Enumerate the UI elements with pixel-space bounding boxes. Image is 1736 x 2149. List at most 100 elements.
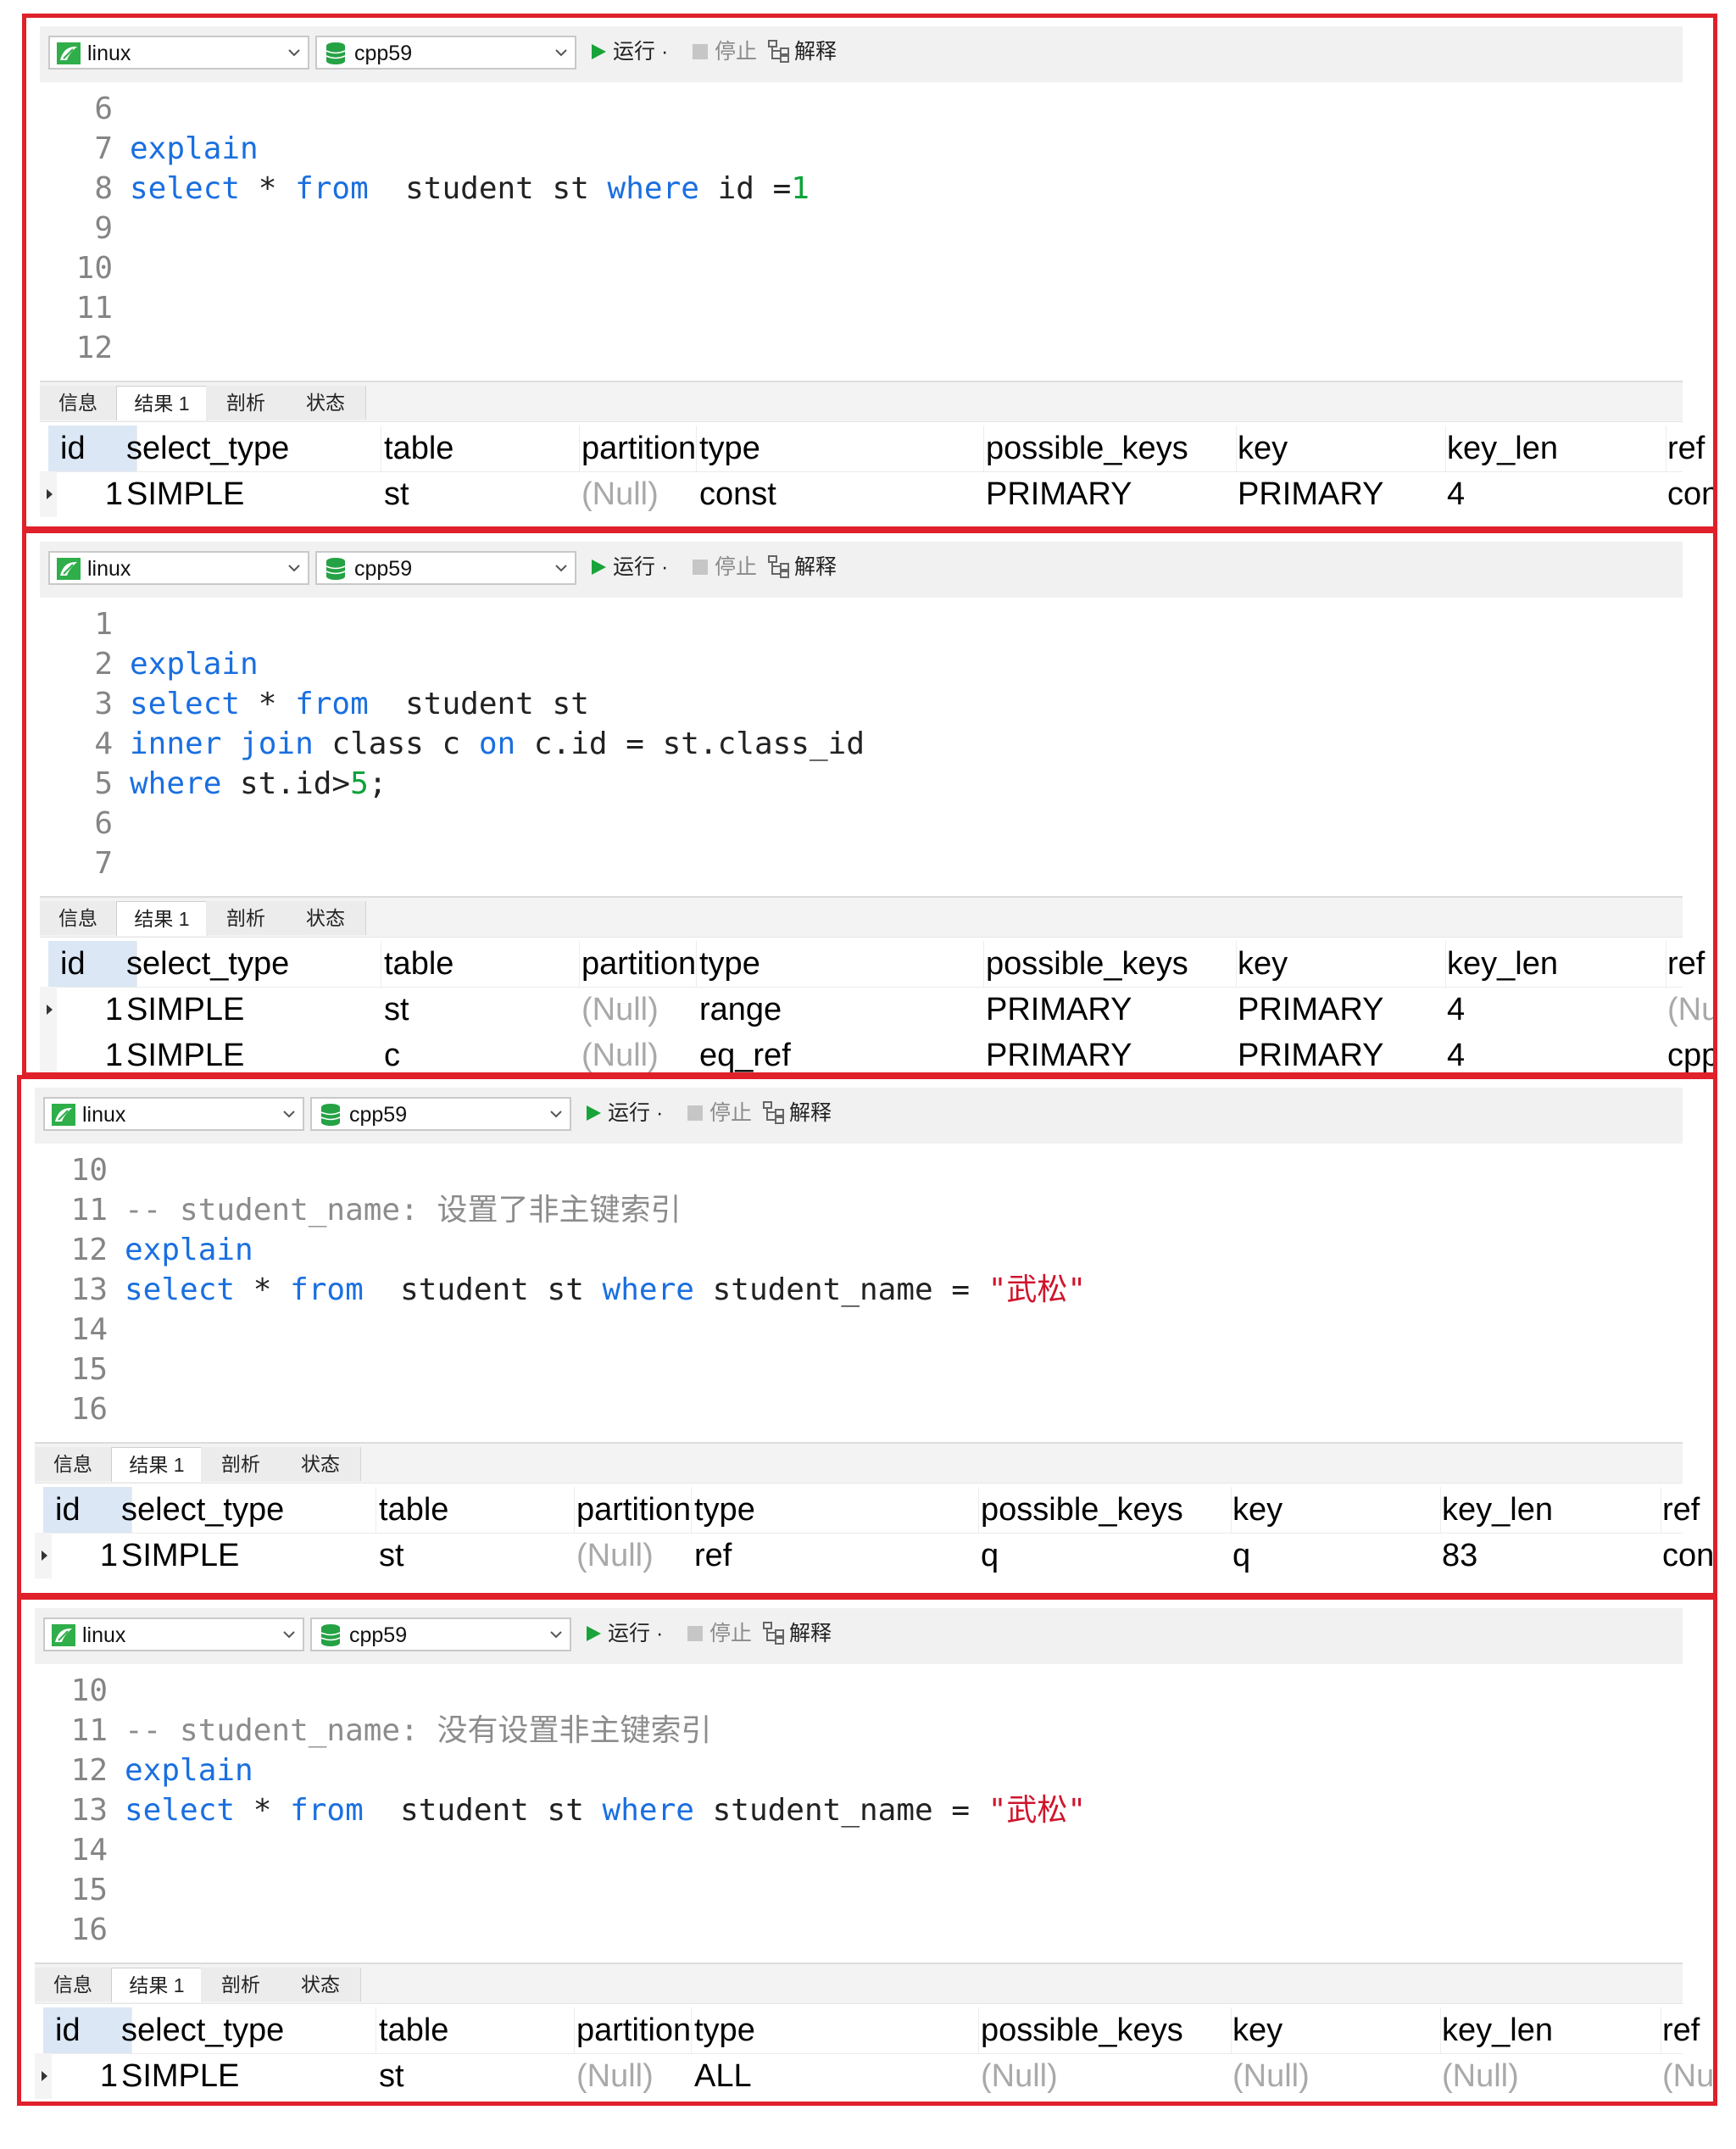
column-header-partitions[interactable]: partitions xyxy=(581,426,697,471)
cell-id[interactable]: 1 xyxy=(40,1033,125,1072)
run-button[interactable]: 运行 · xyxy=(584,1619,663,1651)
cell-possible-keys[interactable]: PRIMARY xyxy=(986,471,1236,517)
cell-possible-keys[interactable]: q xyxy=(981,1533,1231,1578)
tab-status[interactable]: 状态 xyxy=(281,1447,361,1481)
column-header-key[interactable]: key xyxy=(1238,426,1446,471)
cell-select-type[interactable]: SIMPLE xyxy=(126,471,381,517)
column-header-table[interactable]: table xyxy=(384,426,580,471)
tab-profile[interactable]: 剖析 xyxy=(206,386,287,420)
database-select[interactable]: cpp59 xyxy=(315,36,576,70)
cell-key-len[interactable]: 4 xyxy=(1447,987,1666,1033)
explain-button[interactable]: 解释 xyxy=(762,1099,832,1132)
column-header-select-type[interactable]: select_type xyxy=(126,426,381,471)
table-row[interactable]: 1SIMPLEst(Null)refqq83const xyxy=(35,1533,1713,1578)
table-row[interactable]: 1SIMPLEst(Null)ALL(Null)(Null)(Null)(Nul… xyxy=(35,2053,1713,2099)
cell-key[interactable]: PRIMARY xyxy=(1238,987,1445,1033)
cell-key[interactable]: PRIMARY xyxy=(1238,471,1445,517)
cell-key-len[interactable]: (Null) xyxy=(1442,2053,1661,2099)
tab-profile[interactable]: 剖析 xyxy=(201,1447,281,1481)
column-header-key-len[interactable]: key_len xyxy=(1447,941,1666,987)
cell-select-type[interactable]: SIMPLE xyxy=(121,1533,376,1578)
column-header-key[interactable]: key xyxy=(1232,1487,1441,1533)
tab-profile[interactable]: 剖析 xyxy=(206,901,287,935)
run-button[interactable]: 运行 · xyxy=(584,1099,663,1130)
connection-select[interactable]: linux xyxy=(48,36,309,70)
column-header-type[interactable]: type xyxy=(694,2007,979,2053)
column-header-key-len[interactable]: key_len xyxy=(1447,426,1666,471)
explain-button[interactable]: 解释 xyxy=(762,1619,832,1652)
tab-info[interactable]: 信息 xyxy=(35,1447,112,1481)
stop-button[interactable]: 停止 xyxy=(691,553,757,584)
tab-info[interactable]: 信息 xyxy=(40,386,117,420)
cell-partitions[interactable]: (Null) xyxy=(576,1533,691,1578)
cell-key[interactable]: PRIMARY xyxy=(1238,1033,1445,1072)
cell-partitions[interactable]: (Null) xyxy=(581,987,696,1033)
cell-type[interactable]: ALL xyxy=(694,2053,978,2099)
cell-key[interactable]: q xyxy=(1232,1533,1440,1578)
cell-table[interactable]: st xyxy=(379,1533,574,1578)
column-header-partitions[interactable]: partitions xyxy=(581,941,697,987)
table-row[interactable]: 1SIMPLEc(Null)eq_refPRIMARYPRIMARY4cpp59… xyxy=(40,1033,1713,1072)
column-header-key-len[interactable]: key_len xyxy=(1442,2007,1661,2053)
column-header-possible-keys[interactable]: possible_keys xyxy=(981,1487,1232,1533)
column-header-key-len[interactable]: key_len xyxy=(1442,1487,1661,1533)
column-header-type[interactable]: type xyxy=(699,426,984,471)
cell-ref[interactable]: const xyxy=(1667,471,1713,517)
column-header-table[interactable]: table xyxy=(379,2007,575,2053)
connection-select[interactable]: linux xyxy=(43,1617,304,1651)
cell-partitions[interactable]: (Null) xyxy=(581,471,696,517)
column-header-ref[interactable]: ref xyxy=(1662,2007,1713,2053)
column-header-type[interactable]: type xyxy=(694,1487,979,1533)
column-header-type[interactable]: type xyxy=(699,941,984,987)
database-select[interactable]: cpp59 xyxy=(310,1097,571,1131)
database-select[interactable]: cpp59 xyxy=(310,1617,571,1651)
column-header-ref[interactable]: ref xyxy=(1667,941,1713,987)
cell-type[interactable]: const xyxy=(699,471,983,517)
stop-button[interactable]: 停止 xyxy=(691,37,757,69)
table-row[interactable]: 1SIMPLEst(Null)constPRIMARYPRIMARY4const xyxy=(40,471,1713,517)
tab-result-1[interactable]: 结果 1 xyxy=(111,1447,203,1482)
cell-partitions[interactable]: (Null) xyxy=(581,1033,696,1072)
sql-editor[interactable]: 10 11 -- student_name: 没有设置非主键索引 12 explain 1… xyxy=(35,1664,1683,1962)
cell-ref[interactable]: const xyxy=(1662,1533,1713,1578)
cell-possible-keys[interactable]: PRIMARY xyxy=(986,987,1236,1033)
tab-info[interactable]: 信息 xyxy=(40,901,117,935)
tab-profile[interactable]: 剖析 xyxy=(201,1968,281,2001)
column-header-ref[interactable]: ref xyxy=(1662,1487,1713,1533)
tab-status[interactable]: 状态 xyxy=(286,901,366,935)
cell-partitions[interactable]: (Null) xyxy=(576,2053,691,2099)
cell-select-type[interactable]: SIMPLE xyxy=(121,2053,376,2099)
cell-possible-keys[interactable]: PRIMARY xyxy=(986,1033,1236,1072)
cell-type[interactable]: range xyxy=(699,987,983,1033)
cell-key-len[interactable]: 4 xyxy=(1447,1033,1666,1072)
database-select[interactable]: cpp59 xyxy=(315,551,576,585)
column-header-id[interactable]: id xyxy=(48,941,137,987)
sql-editor[interactable]: 1 2 explain 3 select * from student st 4 inner… xyxy=(40,598,1683,896)
column-header-select-type[interactable]: select_type xyxy=(121,1487,376,1533)
column-header-table[interactable]: table xyxy=(379,1487,575,1533)
stop-button[interactable]: 停止 xyxy=(686,1099,752,1130)
run-button[interactable]: 运行 · xyxy=(589,553,668,584)
cell-ref[interactable]: cpp59.st.clas xyxy=(1667,1033,1713,1072)
cell-key-len[interactable]: 83 xyxy=(1442,1533,1661,1578)
tab-status[interactable]: 状态 xyxy=(281,1968,361,2001)
cell-id[interactable]: 1 xyxy=(35,2053,120,2099)
cell-key-len[interactable]: 4 xyxy=(1447,471,1666,517)
cell-table[interactable]: st xyxy=(384,987,579,1033)
cell-select-type[interactable]: SIMPLE xyxy=(126,987,381,1033)
column-header-key[interactable]: key xyxy=(1232,2007,1441,2053)
sql-editor[interactable]: 10 11 -- student_name: 设置了非主键索引 12 explain 13… xyxy=(35,1144,1683,1442)
cell-type[interactable]: ref xyxy=(694,1533,978,1578)
cell-ref[interactable]: (Null) xyxy=(1662,2053,1713,2099)
tab-result-1[interactable]: 结果 1 xyxy=(111,1968,203,2002)
tab-result-1[interactable]: 结果 1 xyxy=(116,386,208,420)
column-header-id[interactable]: id xyxy=(43,2007,132,2053)
column-header-possible-keys[interactable]: possible_keys xyxy=(986,941,1237,987)
cell-key[interactable]: (Null) xyxy=(1232,2053,1440,2099)
table-row[interactable]: 1SIMPLEst(Null)rangePRIMARYPRIMARY4(Null… xyxy=(40,987,1713,1033)
explain-button[interactable]: 解释 xyxy=(767,553,837,586)
explain-button[interactable]: 解释 xyxy=(767,37,837,70)
column-header-table[interactable]: table xyxy=(384,941,580,987)
column-header-possible-keys[interactable]: possible_keys xyxy=(986,426,1237,471)
column-header-partitions[interactable]: partitions xyxy=(576,2007,692,2053)
